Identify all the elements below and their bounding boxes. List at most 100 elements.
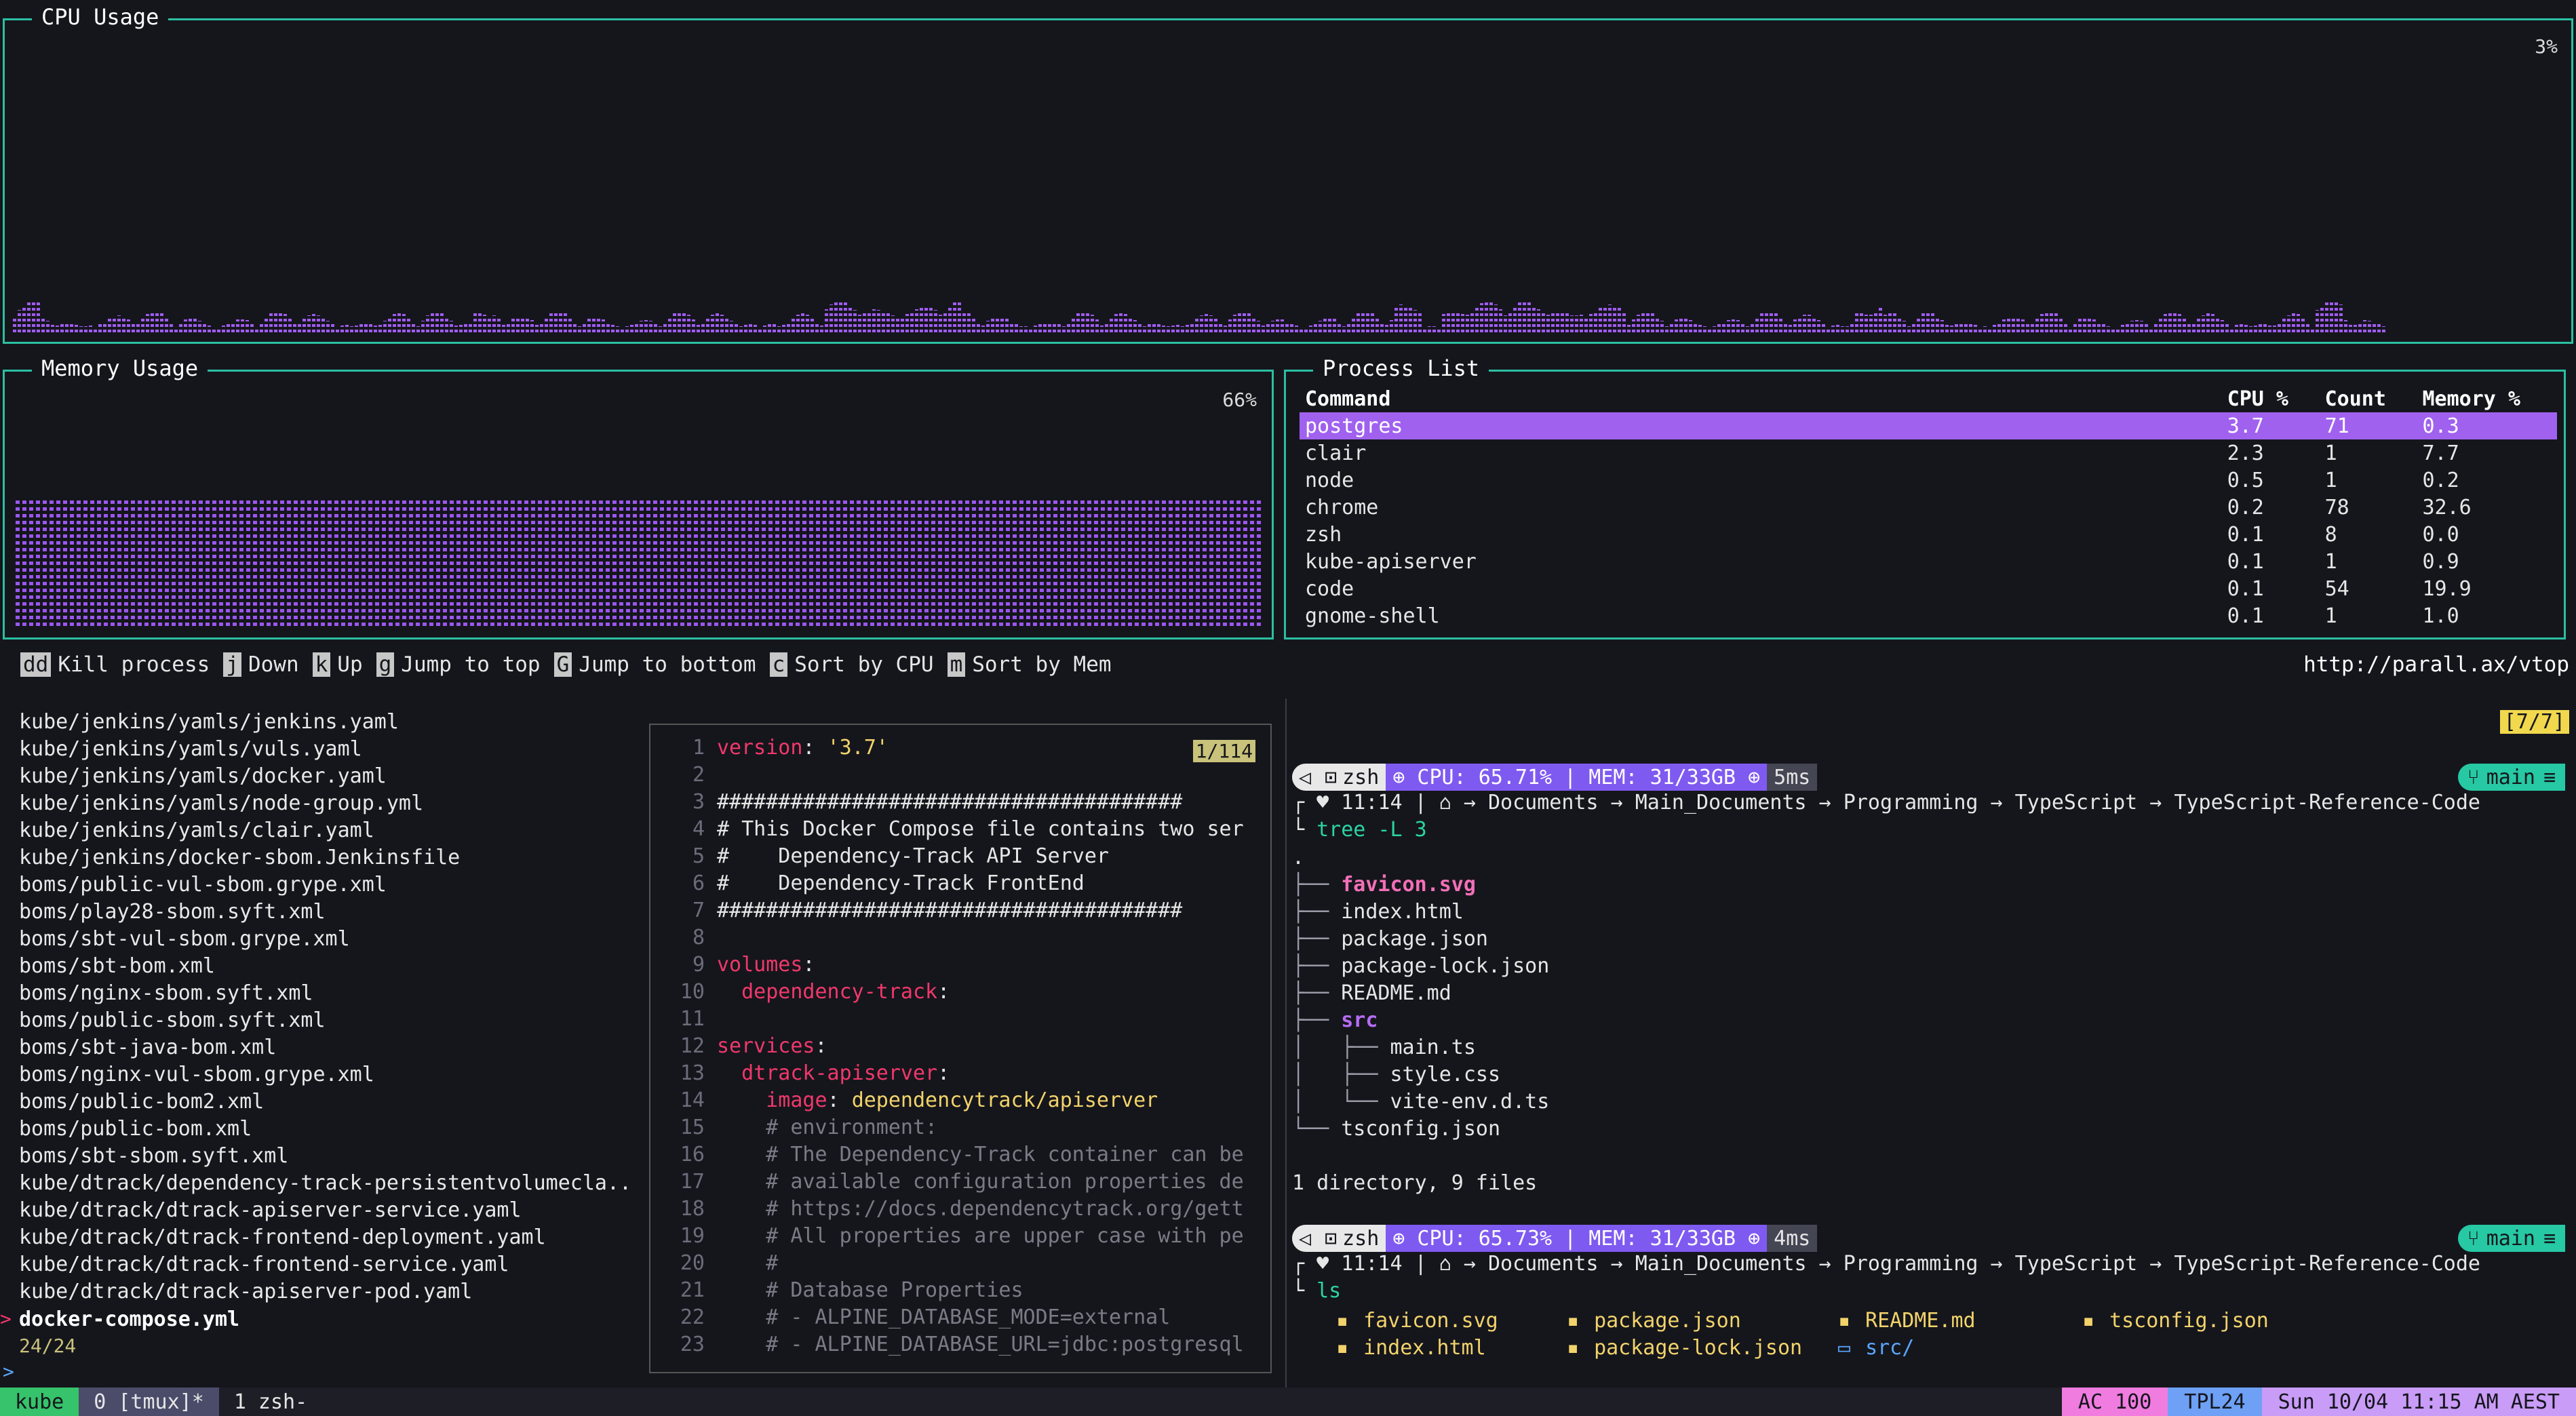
cpu-bar [108,318,111,332]
file-list[interactable]: kube/jenkins/yamls/jenkins.yaml kube/jenk… [19,709,631,1305]
process-memory: 0.3 [2422,414,2459,438]
tmux-window-1[interactable]: 1 zsh- [219,1390,322,1414]
file-list-item[interactable]: kube/dtrack/dtrack-frontend-service.yaml [19,1251,631,1278]
cpu-bar [644,320,648,332]
file-list-item[interactable]: kube/jenkins/yamls/jenkins.yaml [19,709,631,736]
file-list-item[interactable]: boms/play28-sbom.syft.xml [19,899,631,926]
file-list-item[interactable]: boms/public-vul-sbom.grype.xml [19,871,631,899]
command-line-2[interactable]: └ ls [1292,1279,1341,1303]
cpu-bar [317,315,320,332]
tmux-window-0[interactable]: 0 [tmux]* [79,1388,219,1416]
process-row[interactable]: node 0.5 1 0.2 [1300,467,2557,494]
cpu-bar [2339,304,2343,332]
cpu-bar [269,313,273,332]
process-count: 78 [2324,495,2349,519]
cpu-bar [1224,326,1227,332]
cpu-bar [1679,318,1683,332]
file-list-item[interactable]: kube/dtrack/dtrack-frontend-deployment.y… [19,1224,631,1251]
file-list-item[interactable]: boms/public-bom.xml [19,1116,631,1143]
process-row[interactable]: code 0.1 54 19.9 [1300,575,2557,602]
cpu-bar [473,311,477,332]
cpu-bar [279,311,282,332]
tree-entry: tsconfig.json [1341,1117,1501,1141]
cpu-bar [1565,313,1569,332]
cpu-bar [545,318,548,332]
cpu-bar [364,323,368,332]
file-list-item[interactable]: kube/dtrack/dtrack-apiserver-pod.yaml [19,1278,631,1305]
tree-entry: index.html [1341,900,1464,924]
cpu-bar [2230,327,2233,332]
cpu-bar [374,326,377,332]
cpu-bar [378,325,382,332]
cpu-bar [2373,322,2376,332]
process-row[interactable]: gnome-shell 0.1 1 1.0 [1300,602,2557,629]
keyhint-key: j [223,652,241,677]
file-list-item[interactable]: kube/jenkins/yamls/node-group.yml [19,790,631,817]
keyhint: k Up [312,652,363,677]
file-list-item[interactable]: boms/nginx-vul-sbom.grype.xml [19,1061,631,1088]
cpu-bar [673,313,676,332]
cpu-bar [1200,315,1203,332]
vtop-url[interactable]: http://parall.ax/vtop [2303,652,2569,677]
line-number: 7 [692,899,705,922]
cpu-bar [1323,319,1327,332]
cpu-bar [1974,325,1977,332]
cpu-bar [397,313,401,332]
selected-file[interactable]: docker-compose.yml [19,1307,239,1331]
file-list-item[interactable]: boms/sbt-bom.xml [19,953,631,980]
cpu-bar [2344,320,2347,332]
file-list-item[interactable]: boms/nginx-sbom.syft.xml [19,980,631,1007]
datetime: Sun 10/04 11:15 AM AEST [2261,1388,2576,1416]
cpu-bar [1475,307,1479,332]
cpu-bar [388,317,391,332]
cpu-bar [1518,302,1521,332]
process-row[interactable]: chrome 0.2 78 32.6 [1300,494,2557,521]
file-list-item[interactable]: kube/jenkins/docker-sbom.Jenkinsfile [19,844,631,871]
cpu-bar [46,321,50,332]
cpu-bar [1812,317,1816,332]
process-row[interactable]: zsh 0.1 8 0.0 [1300,521,2557,548]
process-count: 54 [2324,576,2349,601]
cpu-bar [844,302,847,332]
cpu-bar [2045,311,2048,332]
file-list-item[interactable]: boms/sbt-sbom.syft.xml [19,1143,631,1170]
file-list-item[interactable]: boms/sbt-java-bom.xml [19,1034,631,1061]
cpu-bar [132,324,135,332]
file-list-item[interactable]: kube/dtrack/dependency-track-persistentv… [19,1170,631,1197]
file-list-item[interactable]: boms/public-bom2.xml [19,1088,631,1116]
cpu-bar [706,318,709,332]
cpu-bar [141,318,144,332]
tree-line: ├── src [1292,1007,1549,1034]
cpu-bar [1394,306,1398,332]
cpu-bar [345,325,349,332]
process-row[interactable]: postgres 3.7 71 0.3 [1300,412,2557,439]
process-memory: 0.2 [2422,468,2459,492]
process-row[interactable]: kube-apiserver 0.1 1 0.9 [1300,548,2557,575]
file-list-item[interactable]: kube/jenkins/yamls/docker.yaml [19,763,631,790]
keyhint: m Sort by Mem [947,652,1112,677]
cpu-bar [602,319,605,332]
file-list-item[interactable]: boms/public-sbom.syft.xml [19,1007,631,1034]
cpu-bar [915,309,918,332]
fzf-prompt[interactable]: > [3,1360,14,1383]
file-list-item[interactable]: kube/dtrack/dtrack-apiserver-service.yam… [19,1197,631,1224]
process-memory: 0.9 [2422,549,2459,574]
cpu-bar [630,325,633,332]
file-list-item[interactable]: boms/sbt-vul-sbom.grype.xml [19,926,631,953]
cpu-bar [901,316,904,332]
cpu-bar [773,324,776,332]
cpu-bar [2064,321,2067,332]
cpu-bar [1314,323,1317,332]
cpu-bar [1086,312,1089,332]
cpu-bar [2244,325,2248,332]
cpu-bar [1214,318,1217,332]
tmux-session[interactable]: kube [0,1388,79,1416]
cpu-bar [75,325,78,332]
file-preview[interactable]: 1/114 1 version: '3.7' 2 3 #################… [649,724,1272,1373]
file-list-item[interactable]: kube/jenkins/yamls/clair.yaml [19,817,631,844]
file-list-item[interactable]: kube/jenkins/yamls/vuls.yaml [19,736,631,763]
ls-entry-name: README.md [1865,1309,1976,1333]
cpu-bar [174,327,178,332]
process-row[interactable]: clair 2.3 1 7.7 [1300,439,2557,467]
